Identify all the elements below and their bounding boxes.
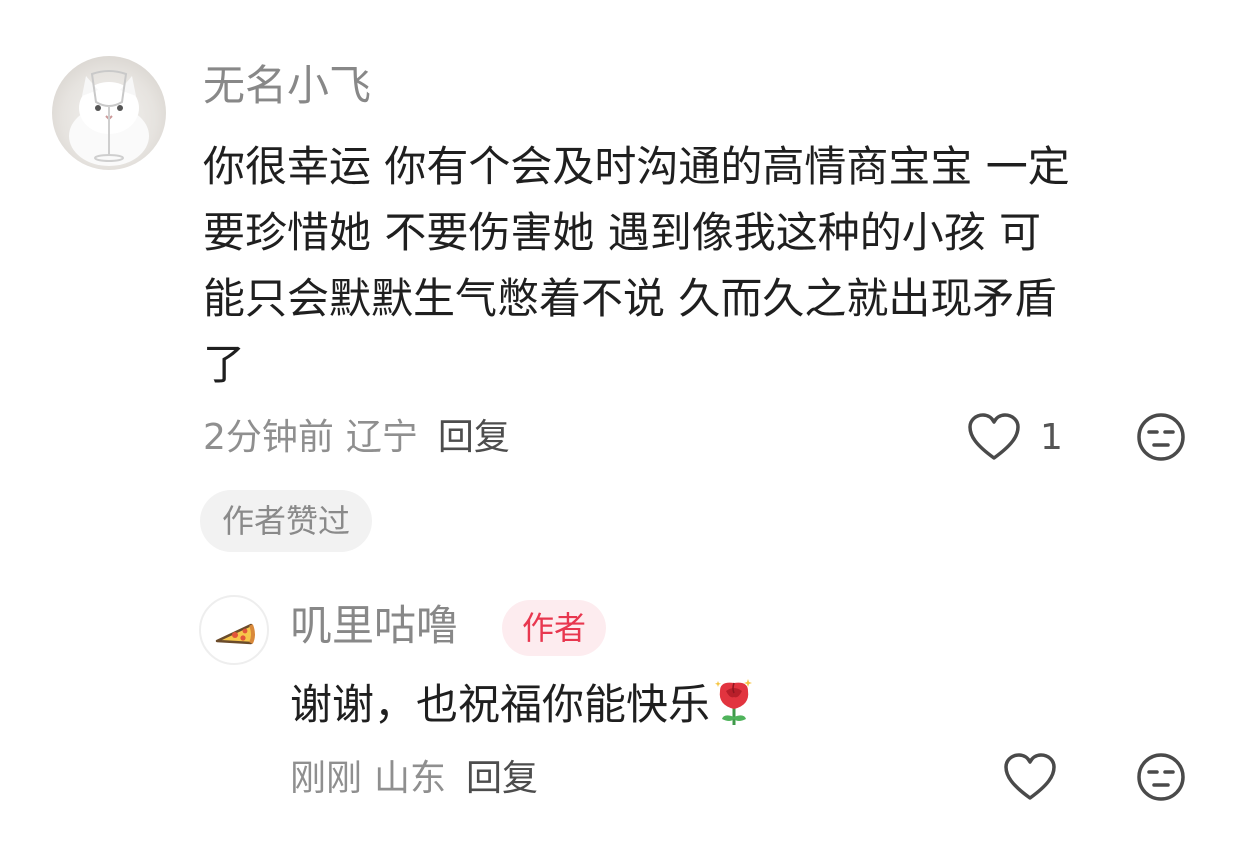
like-button[interactable] xyxy=(966,412,1022,464)
author-liked-badge: 作者赞过 xyxy=(200,490,373,552)
emoji-reaction-button[interactable] xyxy=(1134,410,1188,464)
reply-location: 山东 xyxy=(374,758,447,799)
heart-outline-icon xyxy=(968,413,1020,460)
comment-text: 你很幸运 你有个会及时沟通的高情商宝宝 一定 要珍惜她 不要伤害她 遇到像我这种的… xyxy=(203,134,1223,398)
heart-outline-icon xyxy=(1004,753,1056,800)
rose-icon xyxy=(712,677,756,727)
expressionless-face-icon xyxy=(1137,753,1185,801)
like-count: 1 xyxy=(1040,417,1063,458)
comment-location: 辽宁 xyxy=(345,417,418,458)
reply-meta: 刚刚 山东 回复 xyxy=(290,755,538,803)
reply-time: 刚刚 xyxy=(290,758,363,799)
reply-text: 谢谢，也祝福你能快乐 xyxy=(290,672,756,738)
comment-username[interactable]: 无名小飞 xyxy=(203,58,371,114)
comment-time: 2分钟前 xyxy=(203,417,334,458)
reply-text-content: 谢谢，也祝福你能快乐 xyxy=(290,680,711,729)
avatar[interactable] xyxy=(52,56,166,170)
comment-line: 要珍惜她 不要伤害她 遇到像我这种的小孩 可 xyxy=(203,208,1042,257)
cat-avatar-icon xyxy=(69,70,149,166)
reply-avatar[interactable] xyxy=(199,595,269,665)
comment-meta: 2分钟前 辽宁 回复 xyxy=(203,414,510,462)
pizza-slice-icon xyxy=(215,623,255,645)
author-tag: 作者 xyxy=(502,600,607,656)
comment-line: 你很幸运 你有个会及时沟通的高情商宝宝 一定 xyxy=(203,142,1070,191)
reply-username[interactable]: 叽里咕噜 xyxy=(290,598,458,654)
comment-line: 能只会默默生气憋着不说 久而久之就出现矛盾 xyxy=(203,274,1057,323)
reply-emoji-reaction-button[interactable] xyxy=(1134,750,1188,804)
reply-like-button[interactable] xyxy=(1002,752,1058,804)
reply-reply-button[interactable]: 回复 xyxy=(466,755,538,803)
comment-line: 了 xyxy=(203,340,246,389)
expressionless-face-icon xyxy=(1137,413,1185,461)
reply-button[interactable]: 回复 xyxy=(438,414,510,462)
